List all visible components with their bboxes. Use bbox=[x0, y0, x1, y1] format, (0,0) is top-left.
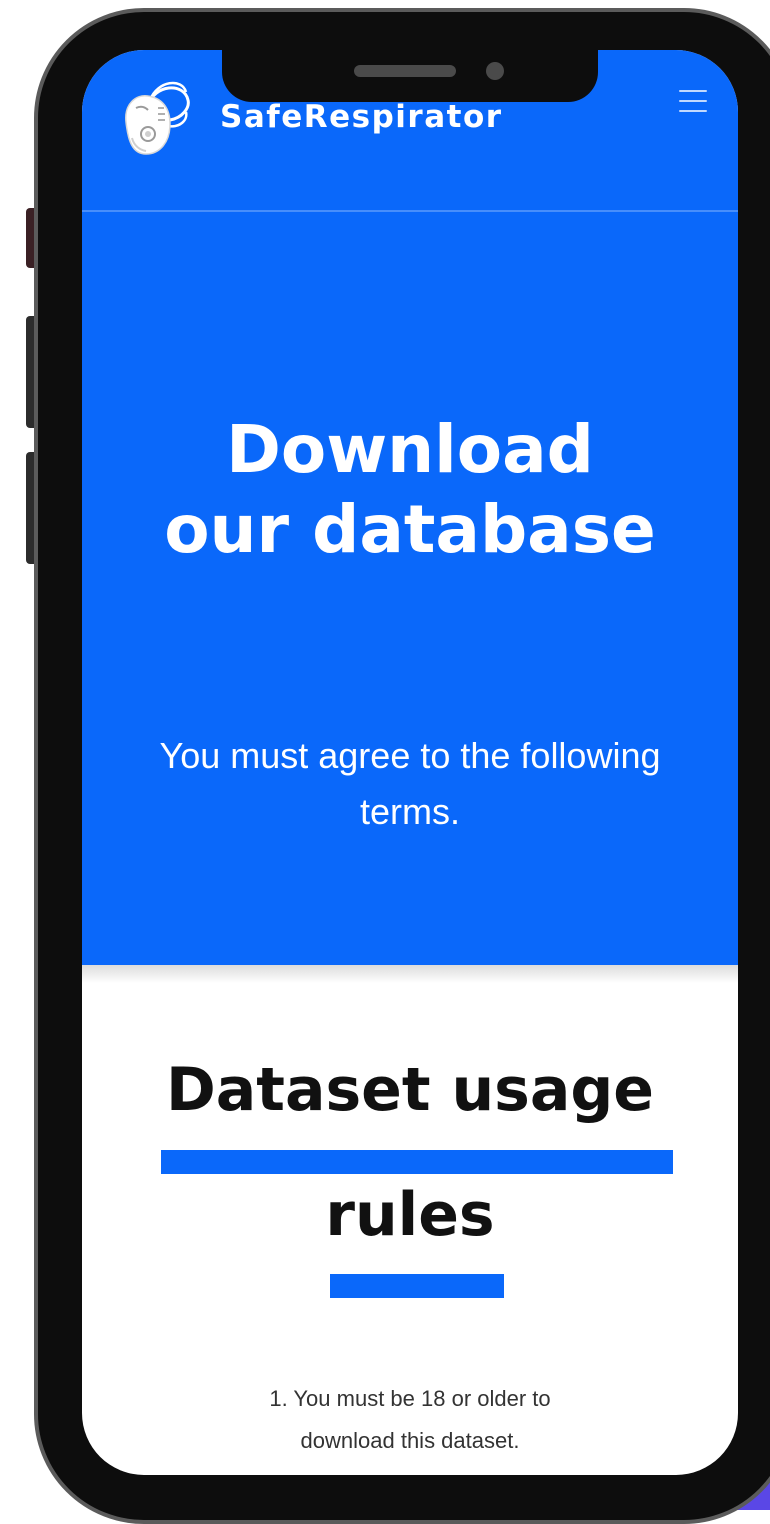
hero-title-line: Download bbox=[82, 410, 738, 490]
hamburger-menu-icon[interactable] bbox=[679, 90, 707, 112]
menu-bar bbox=[679, 110, 707, 112]
list-item-text: download this dataset. bbox=[82, 1420, 738, 1462]
speaker-grille bbox=[354, 65, 456, 77]
hero-shadow bbox=[82, 965, 738, 983]
heading-underline bbox=[161, 1150, 673, 1174]
phone-screen: SafeRespirator Download our database You… bbox=[82, 50, 738, 1475]
hero-title-line: our database bbox=[82, 490, 738, 570]
phone-notch bbox=[222, 44, 598, 102]
hero-subtitle: You must agree to the following terms. bbox=[112, 728, 708, 840]
hero-title: Download our database bbox=[82, 410, 738, 570]
hero-section: SafeRespirator Download our database You… bbox=[82, 50, 738, 965]
rules-heading-line: Dataset usage bbox=[82, 1050, 738, 1130]
brand-name: SafeRespirator bbox=[220, 99, 503, 135]
heading-underline bbox=[330, 1274, 504, 1298]
list-item-text: 1. You must be 18 or older to bbox=[82, 1378, 738, 1420]
list-item: 1. You must be 18 or older to download t… bbox=[82, 1378, 738, 1462]
menu-bar bbox=[679, 100, 707, 102]
rules-heading-line: rules bbox=[82, 1175, 738, 1255]
rules-list: 1. You must be 18 or older to download t… bbox=[82, 1378, 738, 1462]
front-camera bbox=[486, 62, 504, 80]
menu-bar bbox=[679, 90, 707, 92]
respirator-mask-icon bbox=[118, 78, 190, 158]
header-divider bbox=[82, 210, 738, 212]
